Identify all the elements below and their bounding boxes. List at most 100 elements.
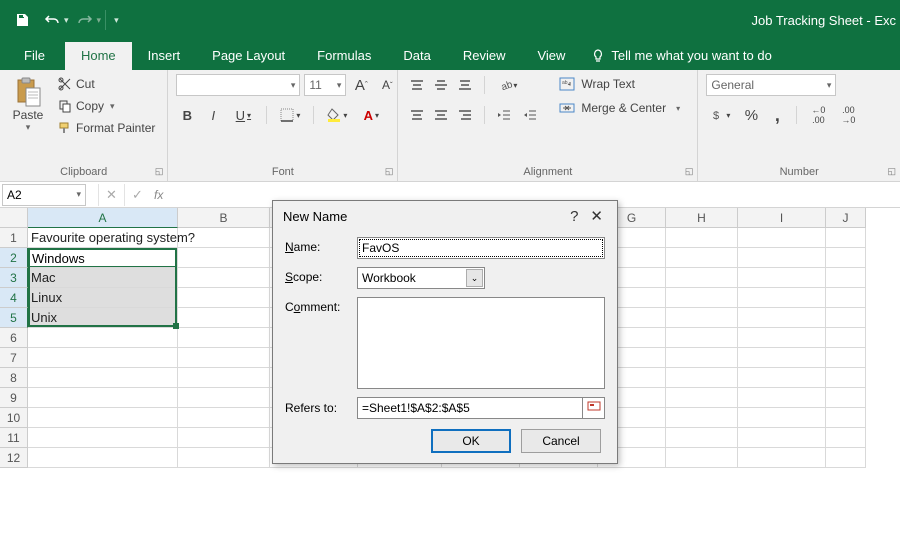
col-header-H[interactable]: H	[666, 208, 738, 228]
cell-I10[interactable]	[738, 408, 826, 428]
cell-B11[interactable]	[178, 428, 270, 448]
col-header-I[interactable]: I	[738, 208, 826, 228]
align-middle-button[interactable]	[430, 75, 452, 95]
clipboard-launcher[interactable]: ◱	[155, 166, 164, 177]
underline-button[interactable]: U▾	[228, 104, 258, 126]
cell-I1[interactable]	[738, 228, 826, 248]
cell-H3[interactable]	[666, 268, 738, 288]
paste-button[interactable]: Paste ▾	[8, 74, 48, 133]
bold-button[interactable]: B	[176, 104, 198, 126]
percent-button[interactable]: %	[740, 104, 762, 126]
tab-insert[interactable]: Insert	[132, 42, 197, 70]
tab-data[interactable]: Data	[387, 42, 446, 70]
save-button[interactable]	[8, 6, 36, 34]
cell-B10[interactable]	[178, 408, 270, 428]
qat-customize-button[interactable]: ▾	[110, 15, 123, 26]
cell-I3[interactable]	[738, 268, 826, 288]
cut-button[interactable]: Cut	[54, 74, 159, 94]
align-right-button[interactable]	[454, 105, 476, 125]
orientation-button[interactable]: ab▾	[493, 74, 523, 96]
cell-A5[interactable]: Unix	[28, 308, 178, 328]
cell-A3[interactable]: Mac	[28, 268, 178, 288]
cell-I12[interactable]	[738, 448, 826, 468]
cell-H8[interactable]	[666, 368, 738, 388]
decrease-font-button[interactable]: Aˇ	[376, 74, 398, 96]
cell-A10[interactable]	[28, 408, 178, 428]
cancel-edit-button[interactable]: ✕	[98, 184, 124, 206]
row-header-12[interactable]: 12	[0, 448, 28, 468]
align-left-button[interactable]	[406, 105, 428, 125]
dialog-close-button[interactable]: ✕	[586, 207, 607, 225]
row-header-4[interactable]: 4	[0, 288, 28, 308]
undo-button[interactable]	[38, 6, 66, 34]
cell-A1[interactable]: Favourite operating system?	[28, 228, 178, 248]
cell-J9[interactable]	[826, 388, 866, 408]
cell-I4[interactable]	[738, 288, 826, 308]
scope-field-combo[interactable]: Workbook⌄	[357, 267, 485, 289]
fill-color-button[interactable]: ▾	[322, 104, 352, 126]
cell-B12[interactable]	[178, 448, 270, 468]
comment-field-input[interactable]	[357, 297, 605, 389]
tell-me[interactable]: Tell me what you want to do	[581, 42, 781, 70]
col-header-A[interactable]: A	[28, 208, 178, 228]
cell-H7[interactable]	[666, 348, 738, 368]
align-bottom-button[interactable]	[454, 75, 476, 95]
select-all-corner[interactable]	[0, 208, 28, 228]
borders-button[interactable]: ▾	[275, 104, 305, 126]
cell-J3[interactable]	[826, 268, 866, 288]
cancel-button[interactable]: Cancel	[521, 429, 601, 453]
cell-H4[interactable]	[666, 288, 738, 308]
cell-B8[interactable]	[178, 368, 270, 388]
refers-to-input[interactable]	[357, 397, 583, 419]
cell-I8[interactable]	[738, 368, 826, 388]
redo-button[interactable]	[71, 6, 99, 34]
cell-J5[interactable]	[826, 308, 866, 328]
name-box[interactable]: A2▾	[2, 184, 86, 206]
font-launcher[interactable]: ◱	[385, 166, 394, 177]
align-center-button[interactable]	[430, 105, 452, 125]
row-header-7[interactable]: 7	[0, 348, 28, 368]
cell-B2[interactable]	[178, 248, 270, 268]
cell-B5[interactable]	[178, 308, 270, 328]
increase-font-button[interactable]: Aˆ	[350, 74, 372, 96]
cell-B3[interactable]	[178, 268, 270, 288]
cell-A8[interactable]	[28, 368, 178, 388]
tab-home[interactable]: Home	[65, 42, 132, 70]
cell-H11[interactable]	[666, 428, 738, 448]
cell-A6[interactable]	[28, 328, 178, 348]
accounting-format-button[interactable]: $▾	[706, 104, 736, 126]
cell-H6[interactable]	[666, 328, 738, 348]
font-color-button[interactable]: A▾	[356, 104, 386, 126]
cell-I2[interactable]	[738, 248, 826, 268]
fx-label[interactable]: fx	[154, 188, 163, 202]
cell-J6[interactable]	[826, 328, 866, 348]
row-header-10[interactable]: 10	[0, 408, 28, 428]
cell-H12[interactable]	[666, 448, 738, 468]
increase-decimal-button[interactable]: ←0.00	[805, 104, 831, 126]
col-header-B[interactable]: B	[178, 208, 270, 228]
decrease-indent-button[interactable]	[493, 104, 515, 126]
cell-H1[interactable]	[666, 228, 738, 248]
align-top-button[interactable]	[406, 75, 428, 95]
number-launcher[interactable]: ◱	[887, 166, 896, 177]
cell-I5[interactable]	[738, 308, 826, 328]
cell-J8[interactable]	[826, 368, 866, 388]
cell-A4[interactable]: Linux	[28, 288, 178, 308]
cell-J2[interactable]	[826, 248, 866, 268]
cell-J11[interactable]	[826, 428, 866, 448]
tab-page-layout[interactable]: Page Layout	[196, 42, 301, 70]
cell-I7[interactable]	[738, 348, 826, 368]
row-header-11[interactable]: 11	[0, 428, 28, 448]
wrap-text-button[interactable]: ab Wrap Text	[555, 74, 684, 94]
col-header-J[interactable]: J	[826, 208, 866, 228]
cell-J4[interactable]	[826, 288, 866, 308]
format-painter-button[interactable]: Format Painter	[54, 118, 159, 138]
row-header-2[interactable]: 2	[0, 248, 28, 268]
tab-file[interactable]: File	[4, 42, 65, 70]
font-name-combo[interactable]: ▾	[176, 74, 300, 96]
cell-I6[interactable]	[738, 328, 826, 348]
cell-H5[interactable]	[666, 308, 738, 328]
cell-H2[interactable]	[666, 248, 738, 268]
dialog-help-button[interactable]: ?	[562, 208, 586, 225]
alignment-launcher[interactable]: ◱	[685, 166, 694, 177]
